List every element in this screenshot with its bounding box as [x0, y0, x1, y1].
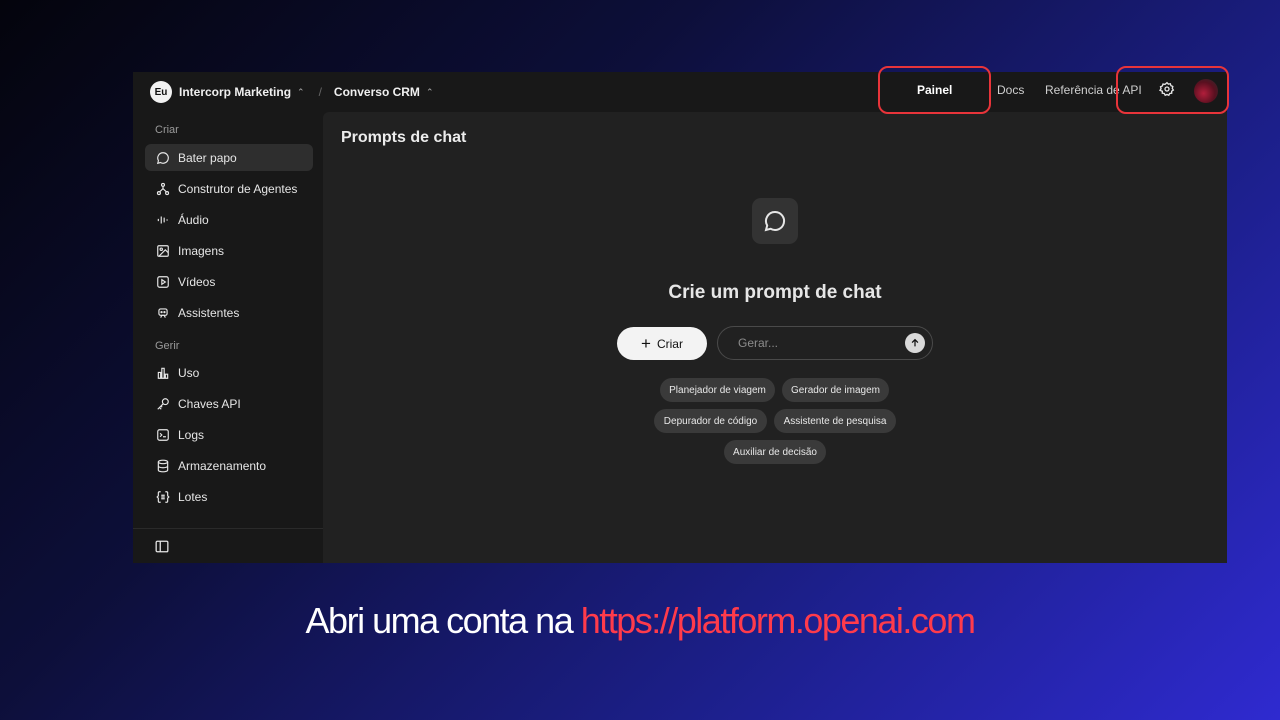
sidebar-item-chaves-api[interactable]: Chaves API	[145, 390, 313, 417]
send-button[interactable]	[905, 333, 925, 353]
suggestion-chip[interactable]: Gerador de imagem	[782, 378, 889, 402]
database-icon	[155, 458, 171, 474]
sidebar-item-audio[interactable]: Áudio	[145, 206, 313, 233]
sidebar-section-criar: Criar	[155, 124, 179, 136]
sidebar-item-label: Logs	[178, 427, 205, 442]
braces-list-icon	[155, 489, 171, 505]
caption: Abri uma conta na https://platform.opena…	[0, 600, 1280, 642]
audio-wave-icon	[155, 212, 171, 228]
page-title: Prompts de chat	[341, 129, 467, 146]
main-panel: Prompts de chat Crie um prompt de chat +…	[323, 112, 1227, 563]
empty-state-title: Crie um prompt de chat	[668, 282, 882, 303]
caption-text: Abri uma conta na	[305, 600, 581, 641]
suggestion-chip[interactable]: Auxiliar de decisão	[724, 440, 826, 464]
sidebar-item-construtor-de-agentes[interactable]: Construtor de Agentes	[145, 175, 313, 202]
chat-bubble-icon	[752, 198, 798, 244]
sidebar-item-lotes[interactable]: Lotes	[145, 483, 313, 510]
highlight-painel	[878, 66, 991, 114]
caption-link[interactable]: https://platform.openai.com	[581, 600, 976, 641]
sidebar-toggle-icon[interactable]	[155, 540, 169, 553]
project-switcher[interactable]: Converso CRM ⌃	[334, 85, 434, 99]
bar-chart-icon	[155, 365, 171, 381]
key-icon	[155, 396, 171, 412]
suggestion-chip[interactable]: Assistente de pesquisa	[774, 409, 896, 433]
chat-bubble-icon	[155, 150, 171, 166]
sidebar-footer	[133, 528, 323, 563]
assistant-robot-icon	[155, 305, 171, 321]
sidebar-item-label: Chaves API	[178, 396, 241, 411]
sidebar-item-armazenamento[interactable]: Armazenamento	[145, 452, 313, 479]
agent-nodes-icon	[155, 181, 171, 197]
org-avatar: Eu	[150, 81, 172, 103]
highlight-settings-avatar	[1116, 66, 1229, 114]
sidebar: Criar Bater papo Construtor de Agentes Á…	[133, 112, 323, 563]
sidebar-item-imagens[interactable]: Imagens	[145, 237, 313, 264]
chevron-up-down-icon: ⌃	[297, 86, 305, 97]
create-prompt-button[interactable]: + Criar	[617, 327, 707, 360]
top-bar: Eu Intercorp Marketing ⌃ / Converso CRM …	[133, 72, 1227, 112]
terminal-icon	[155, 427, 171, 443]
sidebar-item-uso[interactable]: Uso	[145, 359, 313, 386]
nav-docs-link[interactable]: Docs	[997, 83, 1024, 97]
video-play-icon	[155, 274, 171, 290]
generate-input[interactable]	[738, 336, 888, 350]
sidebar-item-label: Vídeos	[178, 274, 216, 289]
sidebar-item-assistentes[interactable]: Assistentes	[145, 299, 313, 326]
plus-icon: +	[641, 334, 651, 353]
create-button-label: Criar	[656, 336, 683, 351]
sidebar-section-gerir: Gerir	[155, 340, 180, 352]
sidebar-item-label: Construtor de Agentes	[178, 181, 298, 196]
sidebar-item-videos[interactable]: Vídeos	[145, 268, 313, 295]
sidebar-item-bater-papo[interactable]: Bater papo	[145, 144, 313, 171]
sidebar-item-logs[interactable]: Logs	[145, 421, 313, 448]
sidebar-item-label: Lotes	[178, 489, 208, 504]
arrow-up-icon	[911, 338, 919, 347]
sidebar-item-label: Assistentes	[178, 305, 240, 320]
sidebar-item-label: Áudio	[178, 212, 209, 227]
breadcrumb-separator: /	[318, 85, 322, 99]
org-name: Intercorp Marketing	[179, 85, 292, 99]
sidebar-item-label: Imagens	[178, 243, 225, 258]
chevron-up-down-icon: ⌃	[425, 86, 434, 97]
sidebar-item-label: Armazenamento	[178, 458, 267, 473]
image-icon	[155, 243, 171, 259]
org-switcher[interactable]: Eu Intercorp Marketing ⌃	[150, 81, 305, 103]
sidebar-item-label: Uso	[178, 365, 200, 380]
project-name: Converso CRM	[333, 85, 420, 99]
app-screenshot: Eu Intercorp Marketing ⌃ / Converso CRM …	[133, 72, 1227, 563]
suggestion-chip[interactable]: Depurador de código	[654, 409, 767, 433]
generate-field	[717, 326, 933, 360]
sidebar-item-label: Bater papo	[178, 150, 237, 165]
suggestion-chip[interactable]: Planejador de viagem	[660, 378, 775, 402]
